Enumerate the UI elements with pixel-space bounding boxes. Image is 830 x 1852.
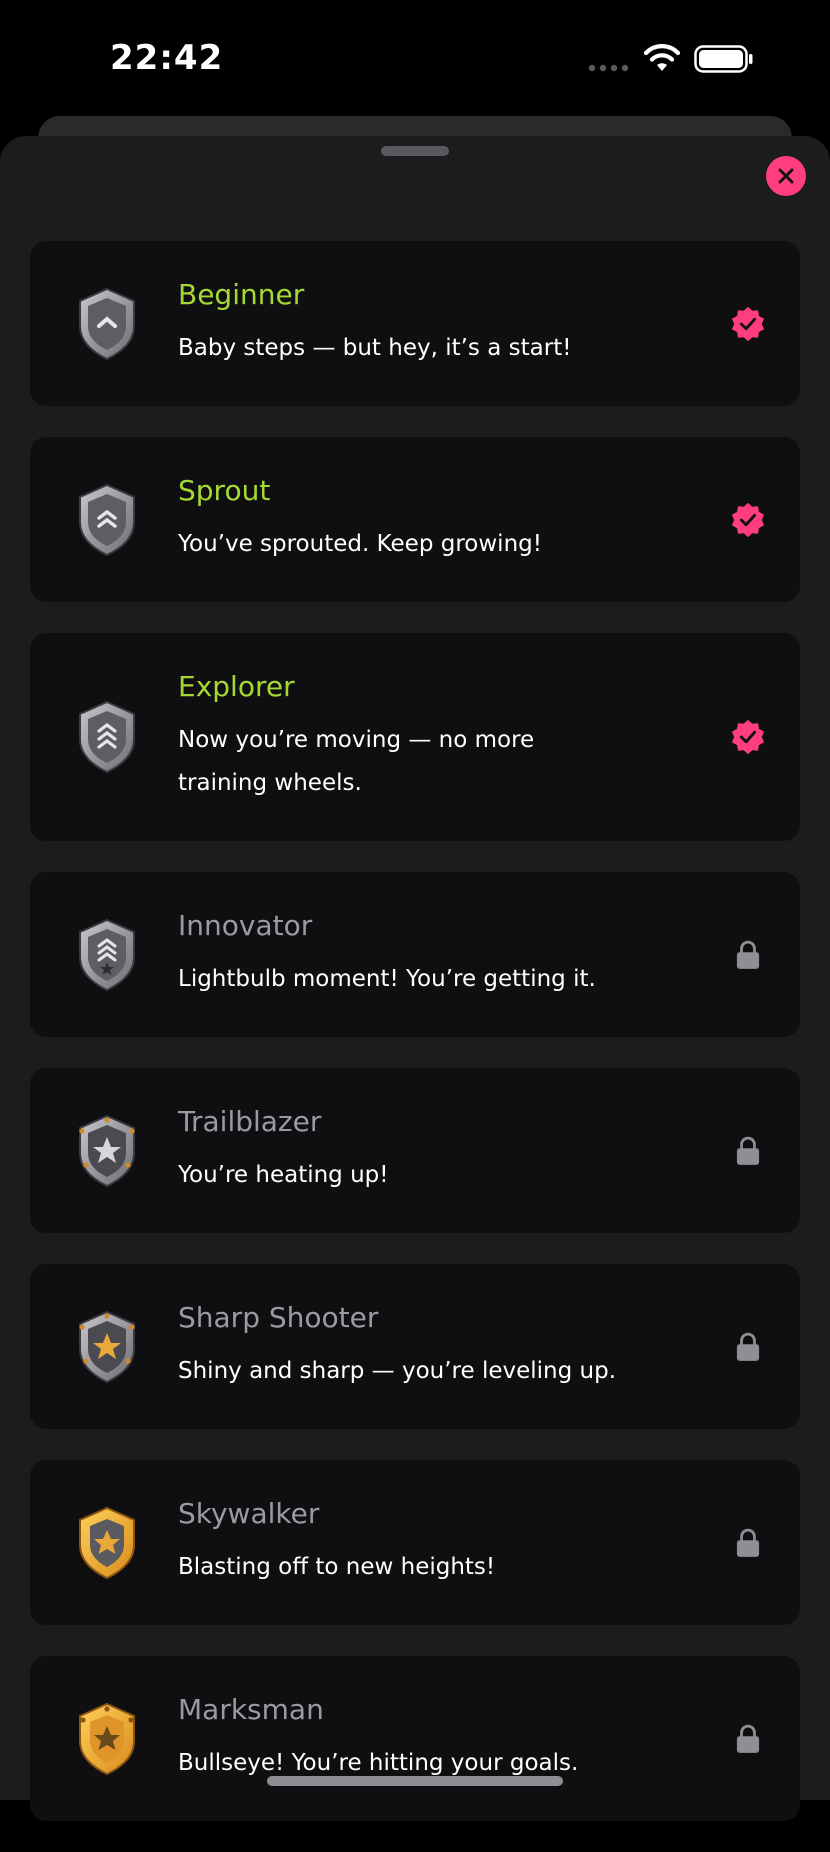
gold-shield-star-icon xyxy=(79,1506,135,1579)
badge-description: Lightbulb moment! You’re getting it. xyxy=(178,966,596,992)
badge-title: Innovator xyxy=(178,909,313,942)
badge-card-explorer[interactable]: Explorer Now you’re moving — no more tra… xyxy=(30,633,800,841)
badge-card-trailblazer[interactable]: Trailblazer You’re heating up! xyxy=(30,1068,800,1233)
badge-title: Beginner xyxy=(178,278,305,311)
battery-icon xyxy=(694,45,753,73)
badge-status-unlocked xyxy=(728,717,768,757)
lock-icon xyxy=(736,1136,760,1165)
badge-status-unlocked xyxy=(728,304,768,344)
badge-status-unlocked xyxy=(728,500,768,540)
badge-title: Marksman xyxy=(178,1693,324,1726)
shield-chevron-2-icon xyxy=(79,483,135,556)
badge-card-innovator[interactable]: Innovator Lightbulb moment! You’re getti… xyxy=(30,872,800,1037)
shield-chevron-1-icon xyxy=(79,287,135,360)
verified-check-icon xyxy=(731,719,765,755)
badge-card-beginner[interactable]: Beginner Baby steps — but hey, it’s a st… xyxy=(30,241,800,406)
badge-description: Shiny and sharp — you’re leveling up. xyxy=(178,1358,617,1384)
shield-silver-star-icon xyxy=(79,1114,135,1187)
badge-title: Trailblazer xyxy=(178,1105,322,1138)
verified-check-icon xyxy=(731,306,765,341)
badge-description: You’re heating up! xyxy=(178,1162,389,1188)
badge-card-skywalker[interactable]: Skywalker Blasting off to new heights! xyxy=(30,1460,800,1625)
badge-status-locked xyxy=(728,1131,768,1171)
lock-icon xyxy=(736,940,760,969)
badge-description: You’ve sprouted. Keep growing! xyxy=(178,531,542,557)
badge-description: Baby steps — but hey, it’s a start! xyxy=(178,335,572,361)
close-button[interactable] xyxy=(766,156,806,196)
status-time: 22:42 xyxy=(110,38,224,78)
badge-description: Blasting off to new heights! xyxy=(178,1554,496,1580)
wifi-icon xyxy=(643,44,681,71)
home-indicator[interactable] xyxy=(267,1776,563,1786)
badge-list: Beginner Baby steps — but hey, it’s a st… xyxy=(30,241,800,1852)
badge-card-marksman[interactable]: Marksman Bullseye! You’re hitting your g… xyxy=(30,1656,800,1821)
gold-shield-star-ornate-icon xyxy=(79,1702,135,1775)
badges-sheet: Beginner Baby steps — but hey, it’s a st… xyxy=(0,136,830,1821)
shield-chevron-3-icon xyxy=(79,700,135,774)
badge-title: Explorer xyxy=(178,670,295,703)
lock-icon xyxy=(736,1724,760,1753)
close-icon xyxy=(778,168,794,184)
verified-check-icon xyxy=(731,502,765,537)
shield-gold-star-icon xyxy=(79,1310,135,1383)
badge-title: Skywalker xyxy=(178,1497,320,1530)
signal-dots-icon xyxy=(588,64,629,72)
badge-status-locked xyxy=(728,1523,768,1563)
badge-title: Sprout xyxy=(178,474,271,507)
badge-card-sharp-shooter[interactable]: Sharp Shooter Shiny and sharp — you’re l… xyxy=(30,1264,800,1429)
lock-icon xyxy=(736,1332,760,1361)
sheet-grabber[interactable] xyxy=(381,146,449,156)
badge-status-locked xyxy=(728,1327,768,1367)
badge-description: Now you’re moving — no more training whe… xyxy=(178,727,535,796)
shield-chevron-star-icon xyxy=(79,918,135,991)
badge-status-locked xyxy=(728,1719,768,1759)
badge-title: Sharp Shooter xyxy=(178,1301,379,1334)
badge-card-sprout[interactable]: Sprout You’ve sprouted. Keep growing! xyxy=(30,437,800,602)
lock-icon xyxy=(736,1528,760,1557)
badge-status-locked xyxy=(728,935,768,975)
status-bar: 22:42 xyxy=(0,0,830,110)
